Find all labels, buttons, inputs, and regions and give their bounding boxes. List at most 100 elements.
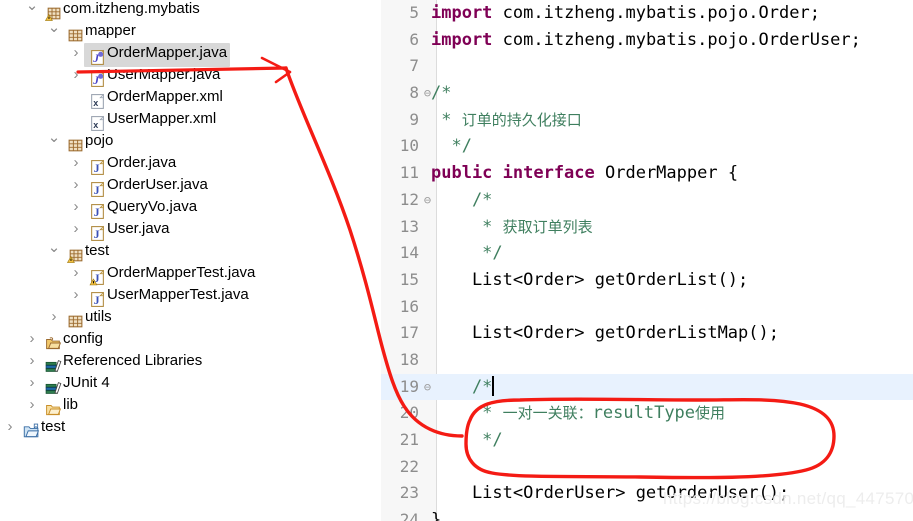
code-line-12[interactable]: 12 ⊖ /* bbox=[381, 187, 913, 214]
code-token: resultType bbox=[592, 403, 696, 424]
code-line-5[interactable]: 5 import com.itzheng.mybatis.pojo.Order; bbox=[381, 0, 913, 27]
code-line-19[interactable]: 19 ⊖ /* bbox=[381, 373, 913, 401]
package-explorer-tree[interactable]: src⌄com.itzheng.mybatis⌄mapper›JOrderMap… bbox=[0, 0, 382, 521]
tree-item-usermapper-java[interactable]: › J UserMapper.java bbox=[0, 64, 381, 87]
tree-item-mapper[interactable]: ⌄ mapper bbox=[0, 20, 381, 42]
code-token: /* bbox=[431, 83, 452, 104]
tree-item-usermappertest-java[interactable]: › J UserMapperTest.java bbox=[0, 284, 381, 307]
code-line-6[interactable]: 6 import com.itzheng.mybatis.pojo.OrderUs… bbox=[381, 27, 913, 54]
tree-item-label: QueryVo.java bbox=[107, 198, 198, 215]
line-number: 14 bbox=[399, 243, 419, 263]
code-line-24[interactable]: 24} bbox=[381, 507, 913, 521]
code-line-7[interactable]: 7 bbox=[381, 53, 913, 80]
tree-item-ordermapper-java[interactable]: › J OrderMapper.java bbox=[0, 42, 381, 67]
code-text: */ bbox=[431, 427, 503, 454]
line-number: 19 bbox=[399, 376, 419, 396]
chevron-right-icon[interactable]: › bbox=[2, 416, 18, 438]
code-line-20[interactable]: 20 * 一对一关联：resultType使用 bbox=[381, 400, 913, 427]
svg-text:J: J bbox=[93, 293, 99, 306]
chevron-right-icon[interactable]: › bbox=[68, 262, 84, 284]
code-line-15[interactable]: 15 List<Order> getOrderList(); bbox=[381, 267, 913, 294]
chevron-right-icon[interactable]: › bbox=[68, 64, 84, 86]
line-number: 23 bbox=[399, 483, 419, 503]
tree-item-label: UserMapperTest.java bbox=[107, 286, 249, 303]
project-folder-icon bbox=[21, 421, 41, 441]
code-token: */ bbox=[431, 430, 503, 450]
line-number: 18 bbox=[399, 349, 419, 369]
chevron-down-icon[interactable]: ⌄ bbox=[46, 20, 62, 36]
code-line-8[interactable]: 8 ⊖/* bbox=[381, 80, 913, 107]
code-lines[interactable]: 5 import com.itzheng.mybatis.pojo.Order; 6… bbox=[381, 0, 913, 521]
tree-item-user-java[interactable]: › J User.java bbox=[0, 218, 381, 241]
chevron-down-icon[interactable]: ⌄ bbox=[24, 0, 40, 14]
code-line-9[interactable]: 9 * 订单的持久化接口 bbox=[381, 107, 913, 134]
line-number: 20 bbox=[399, 403, 419, 423]
tree-item-pojo[interactable]: ⌄ pojo bbox=[0, 130, 381, 152]
chevron-down-icon[interactable]: ⌄ bbox=[46, 240, 62, 256]
tree-item-order-java[interactable]: › J Order.java bbox=[0, 152, 381, 175]
tree-item-ordermappertest-java[interactable]: › J OrderMapperTest.java bbox=[0, 262, 381, 285]
chevron-right-icon[interactable]: › bbox=[68, 284, 84, 306]
code-token: public interface bbox=[431, 163, 595, 184]
tree-item-orderuser-java[interactable]: › J OrderUser.java bbox=[0, 174, 381, 197]
line-number: 21 bbox=[399, 430, 419, 449]
code-token: 订单的持久化接口 bbox=[461, 110, 582, 129]
ide-window: src⌄com.itzheng.mybatis⌄mapper›JOrderMap… bbox=[0, 0, 913, 521]
tree-item-label: test bbox=[85, 242, 110, 259]
code-token: } bbox=[431, 510, 442, 521]
tree-item-config[interactable]: › config bbox=[0, 328, 381, 350]
chevron-right-icon[interactable]: › bbox=[24, 328, 40, 350]
line-number: 12 bbox=[399, 189, 419, 209]
code-line-13[interactable]: 13 * 获取订单列表 bbox=[381, 214, 913, 241]
tree-item-test[interactable]: › test bbox=[0, 416, 381, 438]
code-token: OrderMapper { bbox=[594, 163, 739, 184]
chevron-right-icon[interactable]: › bbox=[68, 174, 84, 196]
svg-text:J: J bbox=[93, 183, 99, 196]
chevron-right-icon[interactable]: › bbox=[46, 306, 62, 328]
svg-text:x: x bbox=[93, 97, 98, 107]
code-token: /* bbox=[431, 189, 493, 210]
tree-item-referenced-libraries[interactable]: › Referenced Libraries bbox=[0, 350, 381, 372]
tree-item-queryvo-java[interactable]: › J QueryVo.java bbox=[0, 196, 381, 219]
code-line-22[interactable]: 22 bbox=[381, 454, 913, 481]
text-caret bbox=[492, 375, 495, 396]
chevron-right-icon[interactable]: › bbox=[68, 196, 84, 218]
chevron-down-icon[interactable]: ⌄ bbox=[46, 130, 62, 146]
code-line-16[interactable]: 16 bbox=[381, 294, 913, 321]
code-text: * 订单的持久化接口 bbox=[431, 107, 582, 134]
java-source-editor[interactable]: 5 import com.itzheng.mybatis.pojo.Order; 6… bbox=[381, 0, 913, 521]
svg-text:J: J bbox=[93, 161, 99, 174]
tree-item-label: pojo bbox=[85, 132, 114, 149]
code-token: List<Order> getOrderListMap(); bbox=[431, 323, 779, 344]
tree-item-label: lib bbox=[63, 396, 79, 413]
tree-item-ordermapper-xml[interactable]: x OrderMapper.xml bbox=[0, 86, 381, 109]
tree-item-utils[interactable]: › utils bbox=[0, 306, 381, 328]
tree-item-label: OrderMapper.java bbox=[107, 44, 228, 61]
code-line-21[interactable]: 21 */ bbox=[381, 427, 913, 454]
blog-watermark: https://blog.csdn.net/qq_44757034 bbox=[663, 489, 913, 508]
tree-item-label: config bbox=[63, 330, 104, 347]
tree-item-test[interactable]: ⌄ test bbox=[0, 240, 381, 263]
code-line-10[interactable]: 10 */ bbox=[381, 133, 913, 160]
chevron-right-icon[interactable]: › bbox=[24, 372, 40, 394]
code-line-14[interactable]: 14 */ bbox=[381, 240, 913, 267]
code-line-17[interactable]: 17 List<Order> getOrderListMap(); bbox=[381, 320, 913, 347]
code-text: List<Order> getOrderListMap(); bbox=[431, 320, 779, 347]
tree-item-label: JUnit 4 bbox=[63, 374, 110, 391]
code-text: /* bbox=[431, 80, 451, 107]
chevron-right-icon[interactable]: › bbox=[68, 152, 84, 174]
chevron-right-icon[interactable]: › bbox=[24, 350, 40, 372]
tree-item-junit-4[interactable]: › JUnit 4 bbox=[0, 372, 381, 394]
tree-item-lib[interactable]: › lib bbox=[0, 394, 381, 416]
tree-item-label: UserMapper.java bbox=[107, 66, 221, 83]
tree-item-com-itzheng-mybatis[interactable]: ⌄ com.itzheng.mybatis bbox=[0, 0, 381, 21]
code-line-18[interactable]: 18 bbox=[381, 347, 913, 374]
line-number: 17 bbox=[399, 323, 419, 343]
tree-item-usermapper-xml[interactable]: x UserMapper.xml bbox=[0, 108, 381, 131]
code-text: import com.itzheng.mybatis.pojo.OrderUse… bbox=[431, 27, 861, 54]
line-number: 16 bbox=[399, 296, 419, 316]
chevron-right-icon[interactable]: › bbox=[68, 42, 84, 64]
code-line-11[interactable]: 11 public interface OrderMapper { bbox=[381, 160, 913, 187]
chevron-right-icon[interactable]: › bbox=[68, 218, 84, 240]
chevron-right-icon[interactable]: › bbox=[24, 394, 40, 416]
